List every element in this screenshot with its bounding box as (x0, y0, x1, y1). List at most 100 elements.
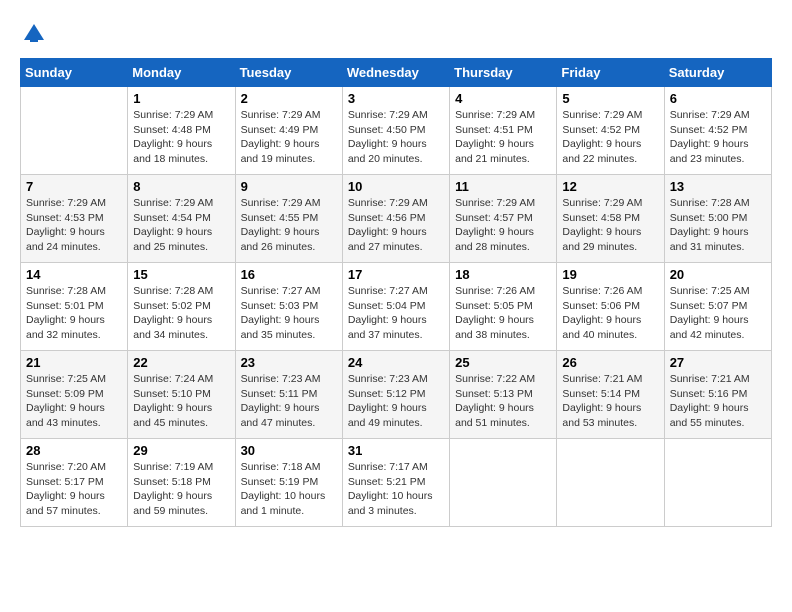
day-info: Sunrise: 7:29 AM Sunset: 4:48 PM Dayligh… (133, 108, 229, 167)
day-number: 1 (133, 91, 229, 106)
calendar-cell (664, 439, 771, 527)
weekday-header-friday: Friday (557, 59, 664, 87)
weekday-header-wednesday: Wednesday (342, 59, 449, 87)
calendar-cell: 5 Sunrise: 7:29 AM Sunset: 4:52 PM Daylig… (557, 87, 664, 175)
calendar-cell: 7 Sunrise: 7:29 AM Sunset: 4:53 PM Daylig… (21, 175, 128, 263)
day-number: 27 (670, 355, 766, 370)
day-info: Sunrise: 7:28 AM Sunset: 5:02 PM Dayligh… (133, 284, 229, 343)
day-number: 29 (133, 443, 229, 458)
day-number: 9 (241, 179, 337, 194)
calendar-cell: 26 Sunrise: 7:21 AM Sunset: 5:14 PM Dayli… (557, 351, 664, 439)
day-info: Sunrise: 7:25 AM Sunset: 5:09 PM Dayligh… (26, 372, 122, 431)
weekday-header-saturday: Saturday (664, 59, 771, 87)
weekday-header-thursday: Thursday (450, 59, 557, 87)
calendar-cell: 30Sunrise: 7:18 AM Sunset: 5:19 PM Dayli… (235, 439, 342, 527)
weekday-header-sunday: Sunday (21, 59, 128, 87)
day-number: 10 (348, 179, 444, 194)
page-header (20, 20, 772, 48)
day-number: 28 (26, 443, 122, 458)
calendar-cell: 20 Sunrise: 7:25 AM Sunset: 5:07 PM Dayli… (664, 263, 771, 351)
calendar-cell (21, 87, 128, 175)
day-number: 26 (562, 355, 658, 370)
day-number: 18 (455, 267, 551, 282)
day-info: Sunrise: 7:29 AM Sunset: 4:51 PM Dayligh… (455, 108, 551, 167)
calendar-cell: 18 Sunrise: 7:26 AM Sunset: 5:05 PM Dayli… (450, 263, 557, 351)
day-info: Sunrise: 7:28 AM Sunset: 5:00 PM Dayligh… (670, 196, 766, 255)
day-number: 16 (241, 267, 337, 282)
weekday-header-monday: Monday (128, 59, 235, 87)
day-info: Sunrise: 7:29 AM Sunset: 4:53 PM Dayligh… (26, 196, 122, 255)
day-info: Sunrise: 7:21 AM Sunset: 5:16 PM Dayligh… (670, 372, 766, 431)
calendar-cell: 2 Sunrise: 7:29 AM Sunset: 4:49 PM Daylig… (235, 87, 342, 175)
calendar-cell: 10 Sunrise: 7:29 AM Sunset: 4:56 PM Dayli… (342, 175, 449, 263)
day-number: 25 (455, 355, 551, 370)
calendar-cell: 9 Sunrise: 7:29 AM Sunset: 4:55 PM Daylig… (235, 175, 342, 263)
day-number: 7 (26, 179, 122, 194)
day-number: 17 (348, 267, 444, 282)
day-number: 21 (26, 355, 122, 370)
calendar-table: SundayMondayTuesdayWednesdayThursdayFrid… (20, 58, 772, 527)
day-info: Sunrise: 7:27 AM Sunset: 5:03 PM Dayligh… (241, 284, 337, 343)
calendar-cell: 28 Sunrise: 7:20 AM Sunset: 5:17 PM Dayli… (21, 439, 128, 527)
day-number: 15 (133, 267, 229, 282)
calendar-week-1: 1 Sunrise: 7:29 AM Sunset: 4:48 PM Daylig… (21, 87, 772, 175)
calendar-cell: 16 Sunrise: 7:27 AM Sunset: 5:03 PM Dayli… (235, 263, 342, 351)
calendar-cell: 19 Sunrise: 7:26 AM Sunset: 5:06 PM Dayli… (557, 263, 664, 351)
day-info: Sunrise: 7:29 AM Sunset: 4:52 PM Dayligh… (562, 108, 658, 167)
day-number: 30 (241, 443, 337, 458)
day-number: 14 (26, 267, 122, 282)
day-number: 4 (455, 91, 551, 106)
day-number: 2 (241, 91, 337, 106)
calendar-week-2: 7 Sunrise: 7:29 AM Sunset: 4:53 PM Daylig… (21, 175, 772, 263)
logo (20, 20, 52, 48)
day-info: Sunrise: 7:29 AM Sunset: 4:57 PM Dayligh… (455, 196, 551, 255)
day-number: 20 (670, 267, 766, 282)
day-info: Sunrise: 7:22 AM Sunset: 5:13 PM Dayligh… (455, 372, 551, 431)
day-number: 22 (133, 355, 229, 370)
calendar-cell: 14 Sunrise: 7:28 AM Sunset: 5:01 PM Dayli… (21, 263, 128, 351)
calendar-cell: 11Sunrise: 7:29 AM Sunset: 4:57 PM Dayli… (450, 175, 557, 263)
day-info: Sunrise: 7:19 AM Sunset: 5:18 PM Dayligh… (133, 460, 229, 519)
day-number: 23 (241, 355, 337, 370)
calendar-cell: 4 Sunrise: 7:29 AM Sunset: 4:51 PM Daylig… (450, 87, 557, 175)
day-info: Sunrise: 7:23 AM Sunset: 5:12 PM Dayligh… (348, 372, 444, 431)
calendar-cell: 12Sunrise: 7:29 AM Sunset: 4:58 PM Dayli… (557, 175, 664, 263)
calendar-cell: 1 Sunrise: 7:29 AM Sunset: 4:48 PM Daylig… (128, 87, 235, 175)
day-info: Sunrise: 7:29 AM Sunset: 4:54 PM Dayligh… (133, 196, 229, 255)
day-info: Sunrise: 7:29 AM Sunset: 4:56 PM Dayligh… (348, 196, 444, 255)
day-number: 8 (133, 179, 229, 194)
day-info: Sunrise: 7:26 AM Sunset: 5:05 PM Dayligh… (455, 284, 551, 343)
day-info: Sunrise: 7:20 AM Sunset: 5:17 PM Dayligh… (26, 460, 122, 519)
day-info: Sunrise: 7:25 AM Sunset: 5:07 PM Dayligh… (670, 284, 766, 343)
calendar-cell: 3Sunrise: 7:29 AM Sunset: 4:50 PM Daylig… (342, 87, 449, 175)
calendar-cell: 8 Sunrise: 7:29 AM Sunset: 4:54 PM Daylig… (128, 175, 235, 263)
day-info: Sunrise: 7:29 AM Sunset: 4:55 PM Dayligh… (241, 196, 337, 255)
day-info: Sunrise: 7:27 AM Sunset: 5:04 PM Dayligh… (348, 284, 444, 343)
day-info: Sunrise: 7:28 AM Sunset: 5:01 PM Dayligh… (26, 284, 122, 343)
calendar-cell: 17 Sunrise: 7:27 AM Sunset: 5:04 PM Dayli… (342, 263, 449, 351)
calendar-cell: 21 Sunrise: 7:25 AM Sunset: 5:09 PM Dayli… (21, 351, 128, 439)
day-info: Sunrise: 7:29 AM Sunset: 4:49 PM Dayligh… (241, 108, 337, 167)
calendar-cell: 23Sunrise: 7:23 AM Sunset: 5:11 PM Dayli… (235, 351, 342, 439)
day-number: 19 (562, 267, 658, 282)
day-number: 5 (562, 91, 658, 106)
day-info: Sunrise: 7:26 AM Sunset: 5:06 PM Dayligh… (562, 284, 658, 343)
weekday-header-tuesday: Tuesday (235, 59, 342, 87)
calendar-cell: 6 Sunrise: 7:29 AM Sunset: 4:52 PM Daylig… (664, 87, 771, 175)
day-info: Sunrise: 7:29 AM Sunset: 4:52 PM Dayligh… (670, 108, 766, 167)
day-info: Sunrise: 7:21 AM Sunset: 5:14 PM Dayligh… (562, 372, 658, 431)
day-number: 31 (348, 443, 444, 458)
weekday-row: SundayMondayTuesdayWednesdayThursdayFrid… (21, 59, 772, 87)
calendar-body: 1 Sunrise: 7:29 AM Sunset: 4:48 PM Daylig… (21, 87, 772, 527)
day-number: 12 (562, 179, 658, 194)
day-number: 6 (670, 91, 766, 106)
calendar-cell: 15 Sunrise: 7:28 AM Sunset: 5:02 PM Dayli… (128, 263, 235, 351)
calendar-cell (450, 439, 557, 527)
day-info: Sunrise: 7:24 AM Sunset: 5:10 PM Dayligh… (133, 372, 229, 431)
logo-icon (20, 20, 48, 48)
calendar-cell: 24Sunrise: 7:23 AM Sunset: 5:12 PM Dayli… (342, 351, 449, 439)
calendar-week-3: 14 Sunrise: 7:28 AM Sunset: 5:01 PM Dayli… (21, 263, 772, 351)
calendar-week-5: 28 Sunrise: 7:20 AM Sunset: 5:17 PM Dayli… (21, 439, 772, 527)
day-info: Sunrise: 7:29 AM Sunset: 4:50 PM Dayligh… (348, 108, 444, 167)
day-info: Sunrise: 7:17 AM Sunset: 5:21 PM Dayligh… (348, 460, 444, 519)
